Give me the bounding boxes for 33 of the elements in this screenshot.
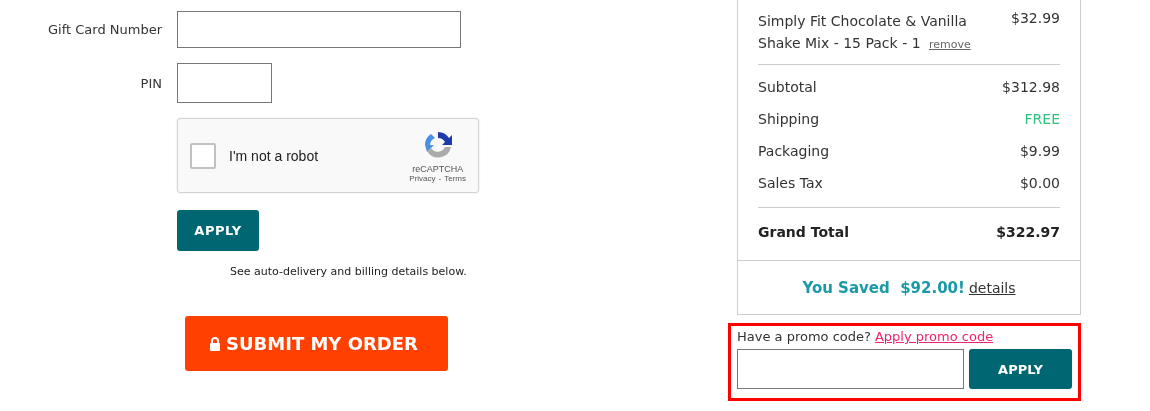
privacy-link[interactable]: Privacy	[409, 173, 436, 183]
promo-code-field[interactable]	[737, 349, 964, 389]
captcha-checkbox[interactable]	[190, 142, 216, 169]
field-label: PIN	[139, 75, 162, 91]
field-label: Gift Card Number	[46, 22, 162, 37]
apply-promo-link[interactable]: Apply promo code	[874, 329, 994, 344]
product-price: $32.99	[1011, 10, 1060, 28]
product-name: Simply Fit Chocolate & Vanilla Shake Mix - 15 Pack - 1 remove	[758, 12, 972, 53]
summary-value: $9.99	[1019, 143, 1060, 159]
summary-value: $312.98	[1002, 79, 1060, 95]
apply-button[interactable]: APPLY	[177, 210, 259, 251]
summary-value: $0.00	[1019, 175, 1060, 191]
promo-question: Have a promo code?	[737, 329, 871, 344]
billing-note: See auto-delivery and billing details below.	[230, 265, 468, 278]
lock-icon	[209, 336, 221, 351]
details-link[interactable]: details	[968, 279, 1016, 296]
terms-link[interactable]: Terms	[444, 173, 466, 183]
summary-label: Packaging	[758, 143, 830, 159]
captcha-label: I'm not a robot	[229, 147, 320, 164]
summary-value: FREE	[1024, 111, 1060, 127]
gift-card-number-field[interactable]	[177, 11, 461, 48]
summary-label: Sales Tax	[758, 175, 823, 191]
remove-link[interactable]: remove	[929, 38, 971, 51]
separator: -	[438, 173, 442, 183]
grand-total-label: Grand Total	[758, 224, 849, 240]
captcha-brand: reCAPTCHA	[412, 163, 464, 174]
summary-label: Subtotal	[758, 79, 817, 95]
summary-label: Shipping	[758, 111, 820, 127]
submit-order-button[interactable]: SUBMIT MY ORDER	[185, 316, 448, 371]
savings-text: You Saved $92.00!	[802, 278, 965, 297]
pin-field[interactable]	[177, 63, 272, 103]
grand-total-value: $322.97	[996, 224, 1060, 240]
apply-promo-button[interactable]: APPLY	[969, 349, 1072, 389]
